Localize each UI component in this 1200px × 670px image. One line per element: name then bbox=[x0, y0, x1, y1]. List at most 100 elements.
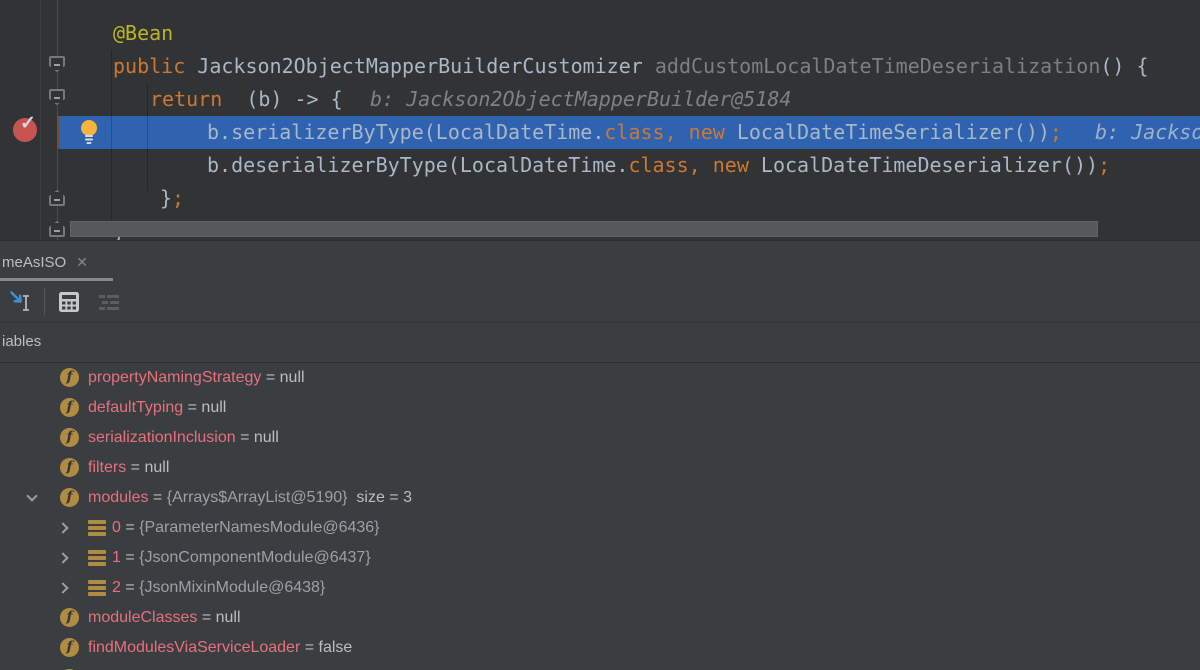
array-element-icon bbox=[88, 580, 106, 596]
active-tab-underline bbox=[0, 278, 113, 281]
variable-value: false bbox=[319, 639, 353, 656]
variable-text: modules = {Arrays$ArrayList@5190} size =… bbox=[88, 483, 412, 513]
variable-row[interactable]: f serializationInclusion = null bbox=[0, 423, 1200, 453]
expand-chevron-icon[interactable] bbox=[57, 522, 68, 533]
variables-tree: fpropertyNamingStrategy = nullfdefaultTy… bbox=[0, 363, 1200, 670]
code-token: () { bbox=[1100, 54, 1148, 78]
code-token: class bbox=[628, 153, 688, 177]
code-token: b.deserializerByType(LocalDateTime. bbox=[207, 153, 628, 177]
array-element-icon bbox=[88, 520, 106, 536]
variable-name: findModulesViaServiceLoader bbox=[88, 639, 300, 656]
variable-row[interactable]: f modules = {Arrays$ArrayList@5190} size … bbox=[0, 483, 1200, 513]
object-reference: {JsonMixinModule@6438} bbox=[139, 579, 325, 596]
toolbar-separator bbox=[44, 288, 45, 315]
code-token: LocalDateTimeDeserializer()) bbox=[749, 153, 1098, 177]
variable-text: moduleClasses = null bbox=[88, 603, 241, 633]
code-line[interactable]: b.deserializerByType(LocalDateTime.class… bbox=[207, 149, 1110, 182]
equals-sign: = bbox=[183, 399, 201, 416]
variable-value: null bbox=[201, 399, 226, 416]
variable-row[interactable]: 0 = {ParameterNamesModule@6436} bbox=[0, 513, 1200, 543]
equals-sign: = bbox=[148, 489, 166, 506]
variable-row[interactable]: f moduleClasses = null bbox=[0, 603, 1200, 633]
variable-value: null bbox=[144, 459, 169, 476]
variable-text: defaultTyping = null bbox=[88, 393, 226, 423]
variable-name: 2 bbox=[112, 579, 121, 596]
variable-value: null bbox=[254, 429, 279, 446]
code-token: , bbox=[665, 120, 677, 144]
evaluate-expression-icon[interactable] bbox=[56, 289, 82, 315]
tab-close-icon[interactable]: ✕ bbox=[76, 254, 88, 271]
code-line[interactable]: public Jackson2ObjectMapperBuilderCustom… bbox=[113, 50, 1149, 83]
ide-root: ✓ @Beanpublic Jackson2ObjectMapperBuilde… bbox=[0, 0, 1200, 670]
code-token: new bbox=[713, 153, 749, 177]
equals-sign: = bbox=[121, 579, 139, 596]
field-icon: f bbox=[60, 638, 79, 657]
array-element-icon bbox=[88, 550, 106, 566]
code-token: } bbox=[160, 186, 172, 210]
variable-value: null bbox=[280, 369, 305, 386]
debug-tab[interactable]: meAsISO ✕ bbox=[0, 242, 113, 282]
variable-row[interactable]: f defaultTyping = null bbox=[0, 393, 1200, 423]
collection-size: size = 3 bbox=[348, 489, 412, 506]
variable-name: serializationInclusion bbox=[88, 429, 236, 446]
variable-row[interactable]: f findModulesViaServiceLoader = false bbox=[0, 633, 1200, 663]
equals-sign: = bbox=[197, 609, 215, 626]
code-token: (b) -> { bbox=[222, 87, 342, 111]
field-icon: f bbox=[60, 488, 79, 507]
debugger-inline-hint: b: Jackson2ObjectMapperBuilder@5184 bbox=[370, 83, 791, 116]
equals-sign: = bbox=[261, 369, 279, 386]
code-token: addCustomLocalDateTimeDeserialization bbox=[655, 54, 1101, 78]
expand-chevron-icon[interactable] bbox=[57, 552, 68, 563]
variable-text: serializationInclusion = null bbox=[88, 423, 279, 453]
code-token bbox=[677, 120, 689, 144]
debug-panel: meAsISO ✕ bbox=[0, 242, 1200, 670]
code-line[interactable]: return (b) -> {b: Jackson2ObjectMapperBu… bbox=[150, 83, 343, 116]
code-token: LocalDateTimeSerializer()) bbox=[725, 120, 1050, 144]
field-icon: f bbox=[60, 458, 79, 477]
equals-sign: = bbox=[121, 519, 139, 536]
equals-sign: = bbox=[236, 429, 254, 446]
code-line[interactable]: @Bean bbox=[113, 17, 173, 50]
debugger-inline-hint: b: Jackso bbox=[1095, 116, 1200, 149]
variables-view-header: iables bbox=[0, 323, 1200, 363]
debug-tab-strip: meAsISO ✕ bbox=[0, 242, 1200, 282]
horizontal-scrollbar[interactable] bbox=[70, 221, 1098, 237]
debugger-toolbar bbox=[0, 282, 1200, 323]
show-execution-point-icon[interactable] bbox=[8, 289, 34, 315]
variable-text: filters = null bbox=[88, 453, 169, 483]
code-lines: @Bean public Jackson2ObjectMapperBuilderC… bbox=[0, 0, 1200, 240]
field-icon: f bbox=[60, 608, 79, 627]
equals-sign: = bbox=[300, 639, 318, 656]
code-token: public bbox=[113, 54, 185, 78]
code-token: ; bbox=[1050, 120, 1062, 144]
code-line[interactable]: b.serializerByType(LocalDateTime.class, … bbox=[207, 116, 1062, 149]
variable-row[interactable]: 2 = {JsonMixinModule@6438} bbox=[0, 573, 1200, 603]
code-token: b.serializerByType(LocalDateTime. bbox=[207, 120, 604, 144]
layout-settings-icon[interactable] bbox=[96, 289, 122, 315]
code-line[interactable]: }; bbox=[160, 182, 184, 215]
field-icon: f bbox=[60, 428, 79, 447]
object-reference: {JsonComponentModule@6437} bbox=[139, 549, 371, 566]
code-token: , bbox=[689, 153, 701, 177]
code-token bbox=[701, 153, 713, 177]
variable-row[interactable]: fpropertyNamingStrategy = null bbox=[0, 363, 1200, 393]
expand-chevron-icon[interactable] bbox=[26, 490, 37, 501]
code-token: class bbox=[604, 120, 664, 144]
object-reference: {Arrays$ArrayList@5190} bbox=[167, 489, 348, 506]
variable-row[interactable]: f filters = null bbox=[0, 453, 1200, 483]
expand-chevron-icon[interactable] bbox=[57, 582, 68, 593]
equals-sign: = bbox=[126, 459, 144, 476]
variable-name: moduleClasses bbox=[88, 609, 197, 626]
variable-name: propertyNamingStrategy bbox=[88, 369, 261, 386]
variables-header-label: iables bbox=[2, 333, 41, 350]
variable-text: propertyNamingStrategy = null bbox=[88, 363, 305, 393]
variable-text: 2 = {JsonMixinModule@6438} bbox=[112, 573, 325, 603]
code-token: Jackson2ObjectMapperBuilderCustomizer bbox=[185, 54, 655, 78]
variable-row[interactable]: f bbox=[0, 664, 1200, 670]
variable-text: 0 = {ParameterNamesModule@6436} bbox=[112, 513, 380, 543]
variable-row[interactable]: 1 = {JsonComponentModule@6437} bbox=[0, 543, 1200, 573]
field-icon: f bbox=[60, 398, 79, 417]
code-editor[interactable]: ✓ @Beanpublic Jackson2ObjectMapperBuilde… bbox=[0, 0, 1200, 241]
code-token: new bbox=[689, 120, 725, 144]
code-token: @Bean bbox=[113, 21, 173, 45]
